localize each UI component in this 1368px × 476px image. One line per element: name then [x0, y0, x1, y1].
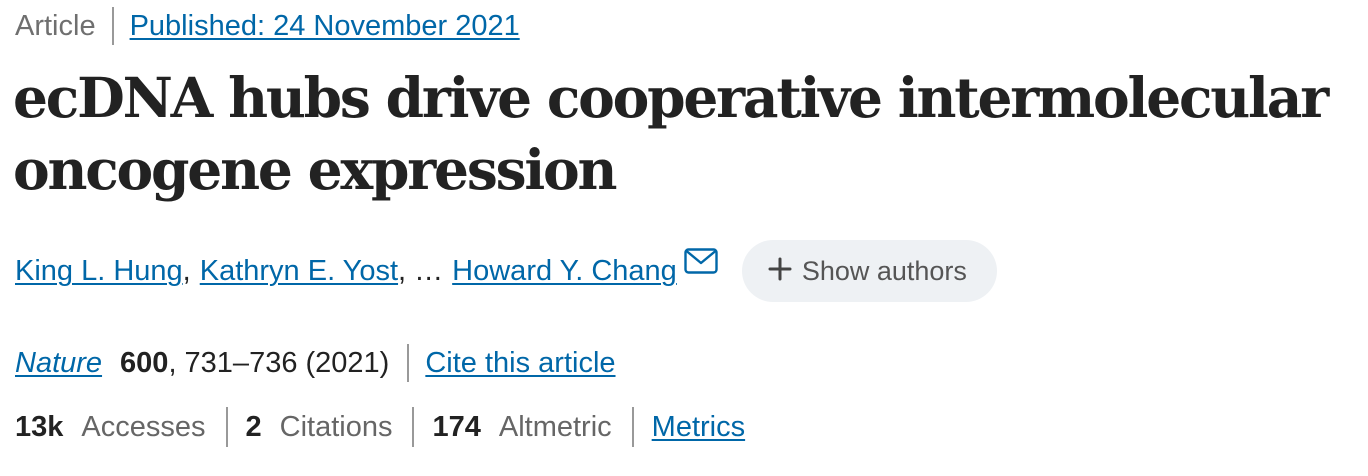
journal-pages-year: , 731–736 (2021)	[168, 347, 390, 379]
title-line-2: oncogene expression	[13, 137, 618, 202]
article-header: Article Published: 24 November 2021 ecDN…	[0, 0, 1368, 476]
author-separator: ,	[182, 255, 191, 287]
divider	[407, 344, 410, 382]
divider	[111, 7, 114, 45]
article-meta: Article Published: 24 November 2021	[15, 6, 520, 46]
accesses-count: 13k	[15, 411, 64, 443]
journal-volume: 600	[120, 347, 169, 379]
title-line-1: ecDNA hubs drive cooperative intermolecu…	[13, 65, 1329, 130]
article-title: ecDNA hubs drive cooperative intermolecu…	[13, 62, 1333, 206]
divider	[225, 407, 228, 447]
show-authors-button[interactable]: Show authors	[741, 240, 997, 302]
author-link-1[interactable]: King L. Hung	[15, 241, 183, 301]
accesses-label: Accesses	[81, 411, 206, 443]
divider	[631, 407, 634, 447]
divider	[412, 407, 415, 447]
author-list: King L. Hung , Kathryn E. Yost , … Howar…	[15, 240, 997, 302]
mail-icon[interactable]	[684, 235, 718, 295]
article-metrics: 13k Accesses 2 Citations 174 Altmetric M…	[15, 406, 745, 448]
author-link-2[interactable]: Kathryn E. Yost	[200, 241, 398, 301]
author-ellipsis: , …	[398, 255, 444, 287]
altmetric-label: Altmetric	[498, 411, 612, 443]
metrics-link[interactable]: Metrics	[652, 406, 745, 448]
author-link-3[interactable]: Howard Y. Chang	[452, 241, 677, 301]
show-authors-label: Show authors	[801, 255, 967, 286]
citations-label: Citations	[279, 411, 393, 443]
citations-count: 2	[245, 411, 262, 443]
altmetric-count: 174	[432, 411, 481, 443]
plus-icon	[768, 257, 792, 288]
cite-article-link[interactable]: Cite this article	[425, 342, 615, 384]
journal-info: Nature 600 , 731–736 (2021) Cite this ar…	[15, 342, 616, 384]
published-date-link[interactable]: Published: 24 November 2021	[130, 6, 520, 46]
journal-name-link[interactable]: Nature	[15, 342, 102, 384]
article-type: Article	[15, 10, 96, 42]
